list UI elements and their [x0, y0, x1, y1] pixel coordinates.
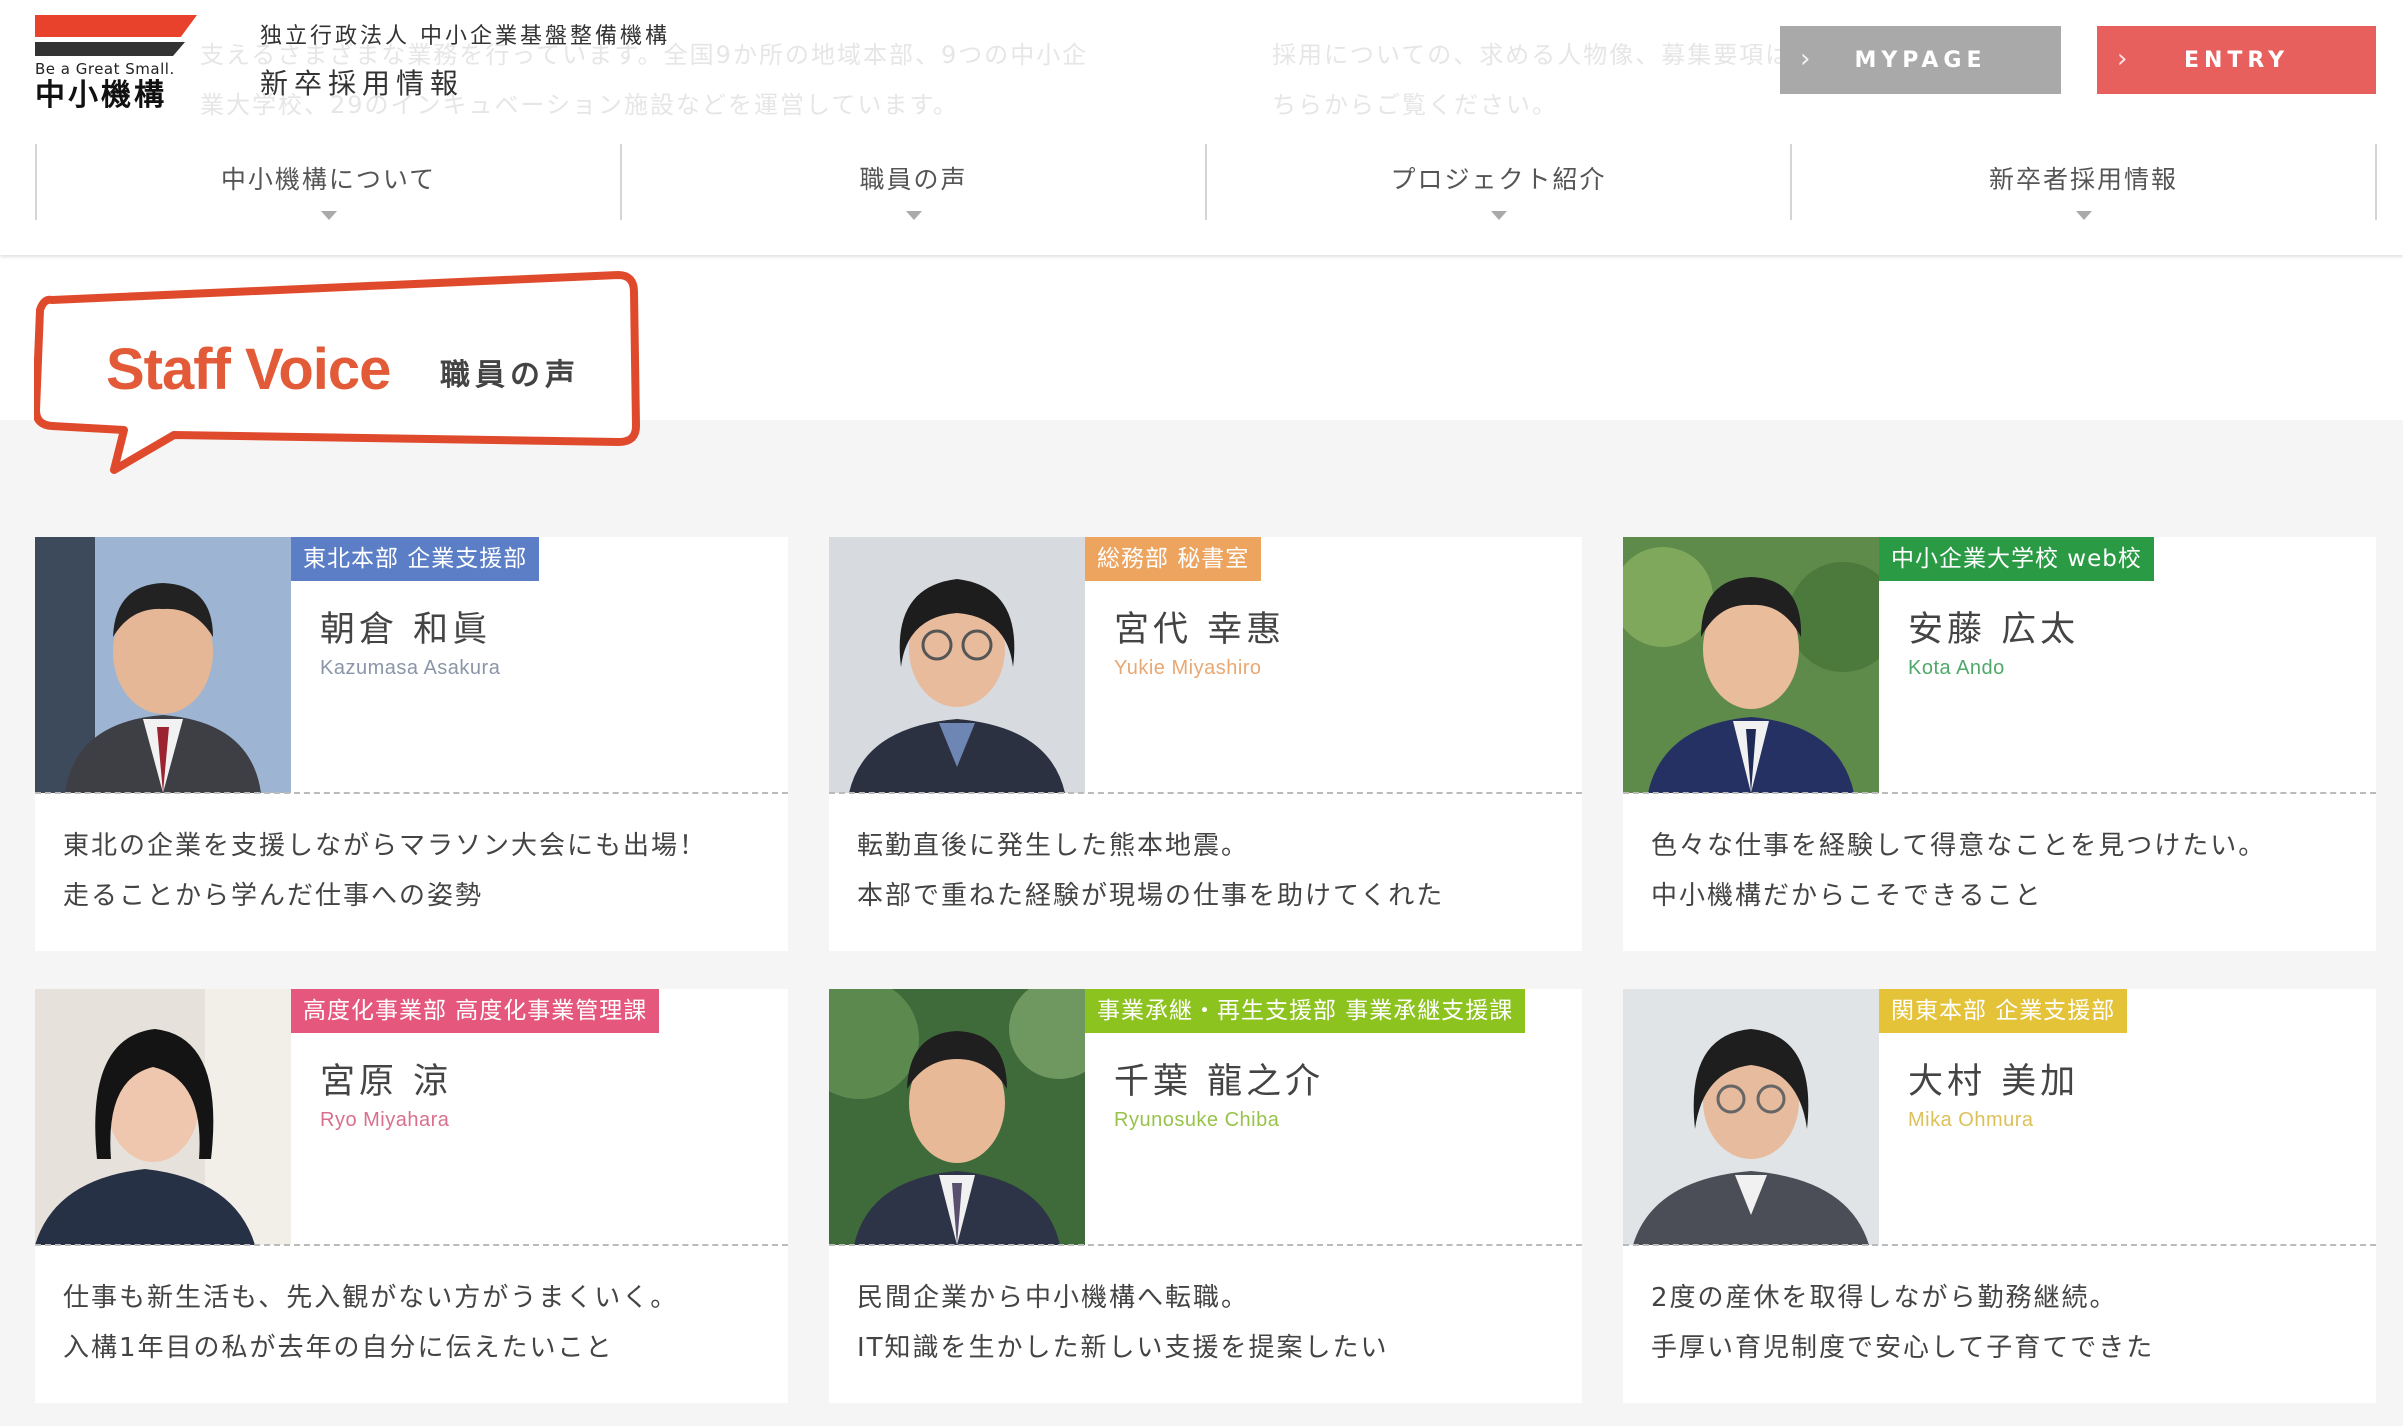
message-line: 走ることから学んだ仕事への姿勢: [63, 881, 484, 911]
chevron-right-icon: ›: [2117, 44, 2133, 74]
nav-item-label: 新卒者採用情報: [1988, 165, 2178, 194]
nav-item-staff-voice[interactable]: 職員の声: [620, 144, 1205, 220]
logo-name: 中小機構: [35, 78, 167, 113]
staff-message: 2度の産休を取得しながら勤務継続。 手厚い育児制度で安心して子育てできた: [1651, 1273, 2154, 1373]
staff-card-miyahara[interactable]: 高度化事業部 高度化事業管理課 宮原 涼 Ryo Miyahara 仕事も新生活…: [35, 989, 788, 1403]
dashed-divider: [35, 792, 788, 794]
caret-down-icon: [2075, 211, 2092, 220]
person-photo-icon: [35, 537, 291, 793]
staff-name-romaji: Ryo Miyahara: [320, 1109, 450, 1131]
message-line: 仕事も新生活も、先入観がない方がうまくいく。: [63, 1283, 679, 1313]
chevron-right-icon: ›: [1800, 44, 1816, 74]
section-title: Staff Voice: [106, 337, 391, 402]
background-recruit-text: 採用についての、求める人物像、募集要項はこ ちらからご覧ください。: [1272, 41, 1818, 119]
dashed-divider: [829, 1244, 1582, 1246]
staff-name-romaji: Kazumasa Asakura: [320, 657, 501, 679]
staff-name: 安藤 広太: [1908, 610, 2080, 650]
dashed-divider: [1623, 792, 2376, 794]
nav-item-label: 中小機構について: [220, 165, 437, 194]
department-badge: 事業承継・再生支援部 事業承継支援課: [1085, 989, 1526, 1033]
dashed-divider: [35, 1244, 788, 1246]
message-line: 東北の企業を支援しながらマラソン大会にも出場！: [63, 831, 708, 861]
staff-card-asakura[interactable]: 東北本部 企業支援部 朝倉 和眞 Kazumasa Asakura 東北の企業を…: [35, 537, 788, 951]
message-line: 本部で重ねた経験が現場の仕事を助けてくれた: [857, 881, 1445, 911]
person-photo-icon: [829, 989, 1085, 1245]
staff-message: 民間企業から中小機構へ転職。 IT知識を生かした新しい支援を提案したい: [857, 1273, 1389, 1373]
staff-card-ando[interactable]: 中小企業大学校 web校 安藤 広太 Kota Ando 色々な仕事を経験して得…: [1623, 537, 2376, 951]
entry-button[interactable]: › ENTRY: [2097, 26, 2376, 94]
main-nav: 中小機構について 職員の声 プロジェクト紹介 新卒者採用情報: [35, 144, 2377, 220]
logo-tagline: Be a Great Small.: [35, 60, 175, 78]
mypage-button[interactable]: › MYPAGE: [1780, 26, 2061, 94]
dashed-divider: [829, 792, 1582, 794]
staff-name-romaji: Ryunosuke Chiba: [1114, 1109, 1280, 1131]
message-line: 色々な仕事を経験して得意なことを見つけたい。: [1651, 831, 2267, 861]
nav-item-recruitment[interactable]: 新卒者採用情報: [1790, 144, 2377, 220]
logo-dark-bar: [35, 42, 185, 56]
staff-name-romaji: Yukie Miyashiro: [1114, 657, 1262, 679]
staff-card-ohmura[interactable]: 関東本部 企業支援部 大村 美加 Mika Ohmura 2度の産休を取得しなが…: [1623, 989, 2376, 1403]
site-logo[interactable]: Be a Great Small. 中小機構: [35, 15, 197, 112]
staff-name: 宮代 幸惠: [1114, 610, 1286, 650]
message-line: 入構1年目の私が去年の自分に伝えたいこと: [63, 1333, 614, 1363]
staff-name-romaji: Mika Ohmura: [1908, 1109, 2034, 1131]
message-line: 民間企業から中小機構へ転職。: [857, 1283, 1250, 1313]
department-badge: 東北本部 企業支援部: [291, 537, 540, 581]
message-line: IT知識を生かした新しい支援を提案したい: [857, 1333, 1389, 1363]
organization-name: 独立行政法人 中小企業基盤整備機構: [260, 24, 670, 49]
caret-down-icon: [1490, 211, 1507, 220]
nav-item-label: 職員の声: [859, 165, 968, 194]
message-line: 中小機構だからこそできること: [1651, 881, 2043, 911]
department-badge: 総務部 秘書室: [1085, 537, 1262, 581]
nav-item-label: プロジェクト紹介: [1390, 165, 1607, 194]
person-photo-icon: [1623, 989, 1879, 1245]
staff-photo: [35, 989, 291, 1245]
staff-name: 大村 美加: [1908, 1062, 2080, 1102]
staff-message: 東北の企業を支援しながらマラソン大会にも出場！ 走ることから学んだ仕事への姿勢: [63, 821, 707, 921]
staff-name: 千葉 龍之介: [1114, 1062, 1325, 1102]
department-badge: 高度化事業部 高度化事業管理課: [291, 989, 660, 1033]
message-line: 手厚い育児制度で安心して子育てできた: [1651, 1333, 2155, 1363]
logo-red-bar: [35, 15, 197, 37]
mypage-label: MYPAGE: [1854, 47, 1987, 73]
nav-item-projects[interactable]: プロジェクト紹介: [1205, 144, 1790, 220]
message-line: 転勤直後に発生した熊本地震。: [857, 831, 1250, 861]
person-photo-icon: [829, 537, 1085, 793]
staff-photo: [35, 537, 291, 793]
staff-name-romaji: Kota Ando: [1908, 657, 2005, 679]
department-badge: 中小企業大学校 web校: [1879, 537, 2154, 581]
department-badge: 関東本部 企業支援部: [1879, 989, 2128, 1033]
staff-photo: [829, 989, 1085, 1245]
staff-name: 朝倉 和眞: [320, 610, 492, 650]
staff-card-chiba[interactable]: 事業承継・再生支援部 事業承継支援課 千葉 龍之介 Ryunosuke Chib…: [829, 989, 1582, 1403]
staff-name: 宮原 涼: [320, 1062, 453, 1102]
entry-label: ENTRY: [2183, 47, 2290, 73]
dashed-divider: [1623, 1244, 2376, 1246]
section-subtitle: 職員の声: [440, 358, 580, 393]
staff-message: 仕事も新生活も、先入観がない方がうまくいく。 入構1年目の私が去年の自分に伝えた…: [63, 1273, 678, 1373]
staff-card-miyashiro[interactable]: 総務部 秘書室 宮代 幸惠 Yukie Miyashiro 転勤直後に発生した熊…: [829, 537, 1582, 951]
staff-message: 転勤直後に発生した熊本地震。 本部で重ねた経験が現場の仕事を助けてくれた: [857, 821, 1444, 921]
staff-photo: [829, 537, 1085, 793]
staff-photo: [1623, 989, 1879, 1245]
site-title: 新卒採用情報: [260, 67, 465, 100]
site-header: 支えるさまざまな業務を行っています。全国9か所の地域本部、9つの中小企 業大学校…: [0, 0, 2403, 255]
nav-item-about[interactable]: 中小機構について: [35, 144, 620, 220]
staff-message: 色々な仕事を経験して得意なことを見つけたい。 中小機構だからこそできること: [1651, 821, 2266, 921]
staff-photo: [1623, 537, 1879, 793]
person-photo-icon: [1623, 537, 1879, 793]
caret-down-icon: [320, 211, 337, 220]
message-line: 2度の産休を取得しながら勤務継続。: [1651, 1283, 2118, 1313]
caret-down-icon: [905, 211, 922, 220]
person-photo-icon: [35, 989, 291, 1245]
